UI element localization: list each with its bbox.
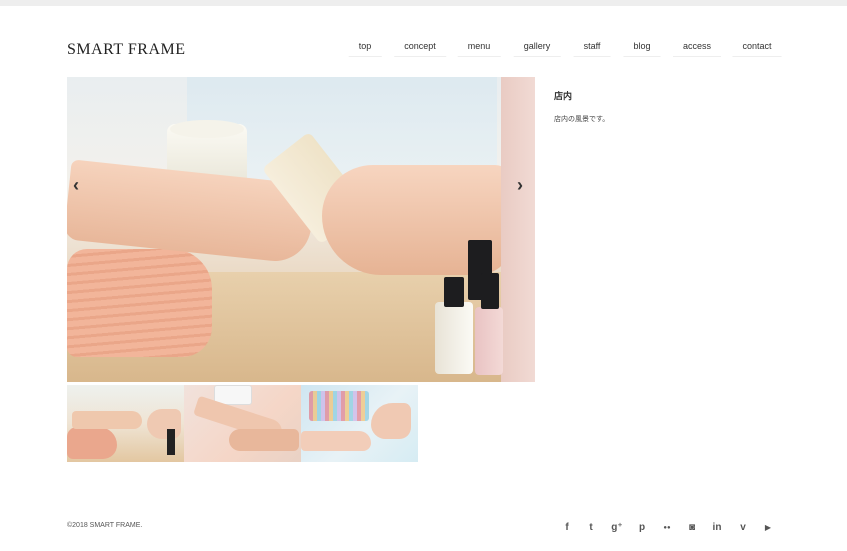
gallery-description: 店内の風景です。	[554, 116, 610, 123]
nav-item-blog[interactable]: blog	[623, 41, 661, 57]
top-bar	[0, 0, 847, 6]
slider-thumbnail-1[interactable]	[67, 385, 184, 462]
nav-item-top[interactable]: top	[349, 41, 381, 57]
nail-polish-bottle	[475, 307, 503, 375]
footer-copyright: ©2018 SMART FRAME.	[67, 522, 143, 529]
chevron-right-icon: ›	[517, 175, 523, 195]
social-links: f t g⁺ p ●● ◙ in v ▶	[560, 522, 776, 536]
google-plus-icon[interactable]: g⁺	[611, 522, 622, 533]
nav-item-concept[interactable]: concept	[394, 41, 446, 57]
chevron-left-icon: ‹	[73, 175, 79, 195]
nail-polish-bottle	[435, 302, 473, 374]
slider-main-image[interactable]	[67, 77, 535, 382]
flickr-icon[interactable]: ●●	[663, 525, 670, 531]
main-nav: top concept menu gallery staff blog acce…	[340, 41, 782, 59]
nail-polish-cap	[481, 273, 499, 309]
pinterest-icon[interactable]: p	[639, 522, 645, 533]
pink-sleeve	[501, 77, 535, 382]
twitter-icon[interactable]: t	[589, 522, 592, 533]
nav-item-gallery[interactable]: gallery	[513, 41, 560, 57]
instagram-icon[interactable]: ◙	[689, 522, 695, 533]
nav-item-menu[interactable]: menu	[457, 41, 500, 57]
vimeo-icon[interactable]: v	[740, 522, 746, 533]
site-logo[interactable]: SMART FRAME	[67, 41, 186, 59]
nav-item-access[interactable]: access	[672, 41, 722, 57]
slider-next-button[interactable]: ›	[517, 176, 523, 194]
slider-thumbnail-2[interactable]	[184, 385, 301, 462]
youtube-icon[interactable]: ▶	[765, 523, 771, 532]
nav-item-contact[interactable]: contact	[732, 41, 782, 57]
nail-polish-cap	[444, 277, 464, 307]
gallery-title: 店内	[554, 91, 573, 101]
folded-towel	[67, 249, 212, 357]
facebook-icon[interactable]: f	[565, 522, 568, 533]
slider-prev-button[interactable]: ‹	[73, 176, 79, 194]
slider-thumbnail-3[interactable]	[301, 385, 418, 462]
linkedin-icon[interactable]: in	[713, 522, 722, 533]
nav-item-staff[interactable]: staff	[573, 41, 611, 57]
